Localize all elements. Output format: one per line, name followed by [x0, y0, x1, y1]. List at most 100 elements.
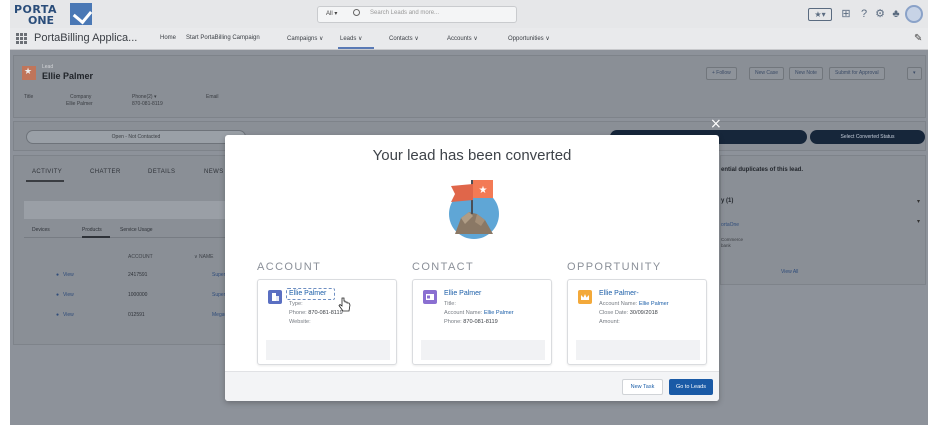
nav-item-home[interactable]: Home	[160, 35, 176, 41]
tab-activity[interactable]: ACTIVITY	[32, 169, 62, 175]
nav-item-campaigns[interactable]: Campaigns ∨	[287, 35, 323, 42]
field-value-phone[interactable]: 870-081-8119	[132, 101, 163, 107]
account-website-line: Website:	[289, 319, 311, 325]
card-fade	[421, 340, 545, 360]
duplicates-panel: ential duplicates of this lead. y (1) ▾ …	[720, 155, 926, 285]
user-avatar[interactable]	[905, 5, 923, 23]
app-launcher-icon[interactable]	[16, 33, 27, 44]
lead-highlights-panel: Lead Ellie Palmer + Follow New Case New …	[13, 55, 926, 118]
duplicate-account-link[interactable]: ortaOne	[721, 222, 739, 228]
follow-button[interactable]: + Follow	[706, 67, 737, 80]
go-to-leads-button[interactable]: Go to Leads	[669, 379, 713, 395]
column-title-account: ACCOUNT	[257, 261, 322, 273]
close-date-label: Close Date:	[599, 310, 629, 316]
modal-title: Your lead has been converted	[372, 147, 572, 164]
activity-composer[interactable]	[24, 201, 244, 219]
contact-name-link[interactable]: Ellie Palmer	[444, 290, 481, 297]
favorites-icon[interactable]: ★▾	[808, 8, 832, 21]
edit-nav-pencil-icon[interactable]: ✎	[914, 33, 922, 44]
svg-text:★: ★	[479, 185, 488, 196]
hand-cursor-icon	[338, 297, 351, 312]
website-label: Website:	[289, 319, 311, 325]
view-all-link[interactable]: View All	[781, 269, 798, 275]
modal-footer: New Task Go to Leads	[225, 371, 719, 401]
phone-label: Phone:	[444, 319, 462, 325]
search-scope-dropdown[interactable]: All ▾	[326, 10, 337, 17]
field-label-phone: Phone(2) ▾	[132, 94, 157, 100]
duplicates-message: ential duplicates of this lead.	[721, 167, 804, 173]
nav-item-leads[interactable]: Leads ∨	[340, 35, 362, 42]
field-value-company: Ellie Palmer	[66, 101, 93, 107]
phone-value: 870-081-8119	[463, 319, 498, 325]
new-case-button[interactable]: New Case	[749, 67, 785, 80]
navigation-bar: PortaBilling Applica... Home Start Porta…	[10, 28, 928, 50]
type-label: Type:	[289, 301, 303, 307]
card-fade	[266, 340, 390, 360]
new-task-button[interactable]: New Task	[622, 379, 663, 395]
duplicates-count: y (1)	[721, 198, 734, 204]
portaone-logo[interactable]: PORTA ONE	[14, 3, 94, 27]
lead-name: Ellie Palmer	[42, 71, 94, 81]
screen-frame: PORTA ONE All ▾ Search Leads and more...…	[0, 0, 928, 425]
account-cell: 1000000	[128, 292, 148, 298]
active-tab-indicator	[26, 180, 64, 182]
account-building-icon	[268, 290, 282, 304]
notifications-bell-icon[interactable]: ♣	[890, 8, 902, 20]
tab-news[interactable]: NEWS	[204, 169, 224, 175]
account-name-link[interactable]: Ellie Palmer	[289, 290, 326, 297]
submit-for-approval-button[interactable]: Submit for Approval	[829, 67, 885, 80]
view-link[interactable]: View	[56, 272, 74, 278]
salesforce-app: PORTA ONE All ▾ Search Leads and more...…	[10, 0, 928, 425]
path-stage-open[interactable]: Open - Not Contacted	[26, 130, 246, 144]
opportunity-close-line: Close Date: 30/09/2018	[599, 310, 658, 316]
view-link[interactable]: View	[56, 312, 74, 318]
tab-chatter[interactable]: CHATTER	[90, 169, 121, 175]
global-search-input[interactable]: All ▾ Search Leads and more...	[317, 6, 517, 23]
subtab-devices[interactable]: Devices	[32, 227, 50, 233]
chevron-down-icon[interactable]: ▾	[917, 218, 920, 225]
close-icon[interactable]: ×	[710, 116, 722, 132]
account-type-line: Type:	[289, 301, 303, 307]
global-header: PORTA ONE All ▾ Search Leads and more...…	[10, 0, 928, 28]
new-note-button[interactable]: New Note	[789, 67, 823, 80]
account-name-label: Account Name:	[599, 301, 638, 307]
field-label-title: Title	[24, 94, 34, 100]
opportunity-account-link[interactable]: Ellie Palmer	[639, 301, 669, 307]
tab-details[interactable]: DETAILS	[148, 169, 175, 175]
column-title-contact: CONTACT	[412, 261, 475, 273]
column-title-opportunity: OPPORTUNITY	[567, 261, 662, 273]
contact-card: Ellie Palmer Title: Account Name: Ellie …	[412, 279, 552, 365]
select-converted-status-button[interactable]: Select Converted Status	[810, 130, 925, 144]
flag-illustration-icon: ★	[415, 172, 527, 242]
opportunity-name-link[interactable]: Ellie Palmer-	[599, 290, 639, 297]
nav-item-opportunities[interactable]: Opportunities ∨	[508, 35, 550, 42]
chevron-down-icon[interactable]: ▾	[917, 198, 920, 205]
account-cell: 2417591	[128, 272, 148, 278]
nav-item-start-campaign[interactable]: Start PortaBilling Campaign	[186, 35, 260, 41]
help-icon[interactable]: ?	[858, 8, 870, 20]
phone-label: Phone:	[289, 310, 307, 316]
duplicate-detail-line: bank	[721, 243, 731, 248]
setup-gear-icon[interactable]: ⚙	[874, 8, 886, 20]
column-header-account[interactable]: ACCOUNT	[128, 254, 153, 260]
contact-card-icon	[423, 290, 437, 304]
opportunity-account-line: Account Name: Ellie Palmer	[599, 301, 669, 307]
field-label-company: Company	[70, 94, 92, 100]
contact-account-link[interactable]: Ellie Palmer	[484, 310, 514, 316]
view-link[interactable]: View	[56, 292, 74, 298]
add-icon[interactable]: ⊞	[840, 8, 852, 20]
record-type-label: Lead	[42, 64, 54, 70]
nav-item-accounts[interactable]: Accounts ∨	[447, 35, 478, 42]
contact-account-line: Account Name: Ellie Palmer	[444, 310, 514, 316]
opportunity-amount-line: Amount:	[599, 319, 620, 325]
subtab-products[interactable]: Products	[82, 227, 102, 233]
duplicate-details: Commerce bank	[721, 237, 743, 249]
field-label-email: Email	[206, 94, 219, 100]
more-actions-dropdown[interactable]: ▾	[907, 67, 922, 80]
column-header-name[interactable]: ∨ NAME	[194, 254, 214, 260]
nav-item-contacts[interactable]: Contacts ∨	[389, 35, 419, 42]
subtab-service-usage[interactable]: Service Usage	[120, 227, 153, 233]
logo-checkmark-icon	[70, 3, 92, 25]
logo-text-one: ONE	[28, 14, 55, 27]
card-fade	[576, 340, 700, 360]
